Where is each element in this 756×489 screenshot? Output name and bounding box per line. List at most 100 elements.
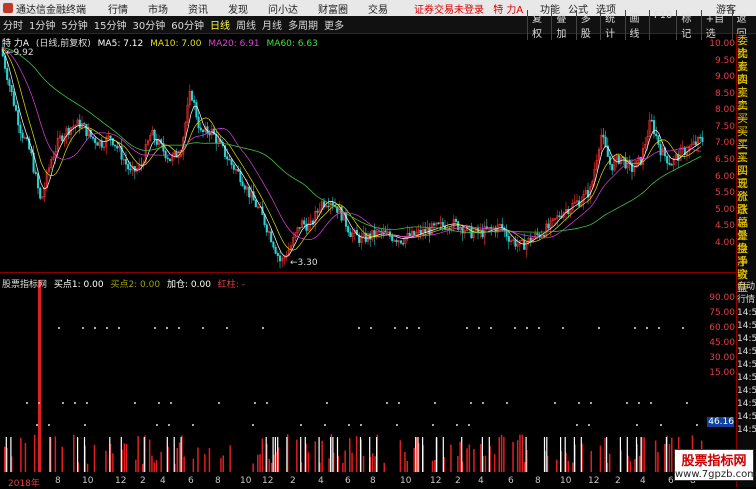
indicator-red-bar — [270, 462, 273, 472]
quote-side-panel[interactable]: 委比 卖五 卖四 卖三 卖二 卖一 买一 买二 买三 买四 买五 现价 涨跌 涨幅 总量 外盘 换手 净资 收益 自动… — [736, 34, 756, 487]
candle-body — [316, 211, 319, 213]
kline-chart[interactable]: ←9.92 ←3.30 — [0, 0, 736, 487]
side-panel-item[interactable]: 行情 — [737, 294, 756, 307]
candle-body — [243, 185, 246, 190]
candle-body — [384, 230, 387, 233]
candle-body — [96, 142, 99, 146]
indicator-red-bar — [634, 458, 636, 472]
indicator-dot — [74, 402, 76, 404]
date-tick-label: 10 — [82, 476, 94, 486]
indicator-red-bar — [155, 460, 158, 472]
indicator-dot — [166, 327, 168, 329]
indicator-red-bar — [61, 446, 63, 472]
indicator-dot — [94, 327, 96, 329]
side-panel-item[interactable]: 买四 — [737, 151, 756, 177]
ma10-line — [1, 48, 702, 251]
indicator-red-bar — [572, 462, 574, 472]
side-panel-item[interactable]: 14:55 — [737, 398, 756, 411]
panel-divider — [0, 272, 736, 273]
side-panel-item[interactable]: 现价 — [737, 177, 756, 203]
side-panel-item[interactable]: 14:55 — [737, 307, 756, 320]
side-panel-item[interactable]: 14:55 — [737, 333, 756, 346]
indicator-dot — [158, 402, 160, 404]
indicator-red-bar — [629, 461, 632, 472]
indicator-red-bar — [344, 450, 346, 472]
side-panel-item[interactable]: 14:55 — [737, 346, 756, 359]
side-panel-item[interactable]: 14:55 — [737, 359, 756, 372]
watermark-url: www.7gpzb.com — [675, 469, 756, 480]
price-tick-label: 8.00 — [714, 105, 735, 116]
side-panel-item[interactable]: 总量 — [737, 216, 756, 242]
candle-body — [78, 119, 81, 129]
side-panel-item[interactable]: 委比 — [737, 34, 756, 60]
side-panel-item[interactable]: 涨幅 — [737, 203, 756, 229]
side-panel-item[interactable]: 买二 — [737, 125, 756, 151]
indicator-dot — [360, 424, 362, 426]
date-tick-label: 2 — [290, 476, 296, 486]
price-tick-label: 4.00 — [714, 237, 735, 248]
indicator-dot — [170, 402, 172, 404]
candle-body — [36, 173, 40, 189]
indicator-dot — [358, 327, 360, 329]
side-panel-item[interactable]: 收益 — [737, 268, 756, 294]
indicator-dot — [36, 424, 38, 426]
indicator-red-bar — [314, 441, 316, 472]
high-annotation: ←9.92 — [6, 48, 34, 58]
indicator-red-bar — [123, 443, 126, 472]
indicator-dot — [576, 424, 578, 426]
date-tick-label: 4 — [640, 476, 646, 486]
indicator-dot — [588, 424, 590, 426]
candle-body — [21, 132, 24, 139]
indicator-red-bar — [148, 439, 151, 472]
candle-body — [199, 127, 202, 131]
side-panel-item[interactable]: 自动 — [737, 281, 756, 294]
candle-body — [190, 90, 194, 101]
side-panel-item[interactable]: 卖三 — [737, 73, 756, 99]
side-panel-item[interactable]: 换手 — [737, 242, 756, 268]
indicator-dot — [86, 402, 88, 404]
date-tick-label: 12 — [430, 476, 442, 486]
candle-body — [347, 226, 350, 233]
indicator-red-bar — [125, 443, 128, 472]
side-panel-item[interactable]: 14:55 — [737, 385, 756, 398]
side-panel-item[interactable]: 14:55 — [737, 411, 756, 424]
side-panel-item[interactable]: 买一 — [737, 112, 756, 138]
buy1-value: 买点1: 0.00 — [53, 280, 104, 290]
indicator-red-bar — [503, 436, 505, 472]
candle-body — [17, 110, 20, 126]
side-panel-item[interactable]: 卖五 — [737, 47, 756, 73]
side-panel-item[interactable]: 14:55 — [737, 372, 756, 385]
side-panel-item[interactable]: 14:55 — [737, 320, 756, 333]
side-panel-item[interactable]: 涨跌 — [737, 190, 756, 216]
indicator-dot — [82, 327, 84, 329]
candle-body — [208, 132, 211, 136]
side-panel-item[interactable]: 14:55 — [737, 424, 756, 437]
indicator-red-bar — [654, 440, 657, 472]
candle-body — [124, 159, 128, 165]
indicator-dot — [348, 424, 350, 426]
candle-body — [254, 199, 257, 208]
indicator-red-bar — [351, 452, 353, 472]
indicator-red-bar — [362, 455, 365, 472]
candle-body — [327, 205, 330, 208]
side-panel-item[interactable]: 外盘 — [737, 229, 756, 255]
side-panel-item[interactable]: 买三 — [737, 138, 756, 164]
indicator-red-bar — [151, 455, 153, 472]
side-panel-item[interactable]: 卖一 — [737, 99, 756, 125]
indicator-red-bar — [556, 459, 558, 472]
side-panel-item[interactable]: 卖二 — [737, 86, 756, 112]
indicator-red-bar — [599, 445, 602, 472]
indicator-red-bar — [657, 452, 659, 472]
indicator-red-bar — [608, 453, 611, 472]
indicator-red-bar — [498, 437, 500, 472]
side-panel-item[interactable]: 卖四 — [737, 60, 756, 86]
side-panel-item[interactable]: 净资 — [737, 255, 756, 281]
candle-body — [83, 123, 86, 125]
date-tick-label: 10 — [560, 476, 572, 486]
indicator-dot — [658, 327, 660, 329]
candle-body — [558, 215, 561, 217]
price-tick-label: 4.50 — [714, 221, 735, 232]
indicator-red-bar — [204, 454, 206, 472]
side-panel-item[interactable]: 买五 — [737, 164, 756, 190]
indicator-dot — [482, 402, 484, 404]
